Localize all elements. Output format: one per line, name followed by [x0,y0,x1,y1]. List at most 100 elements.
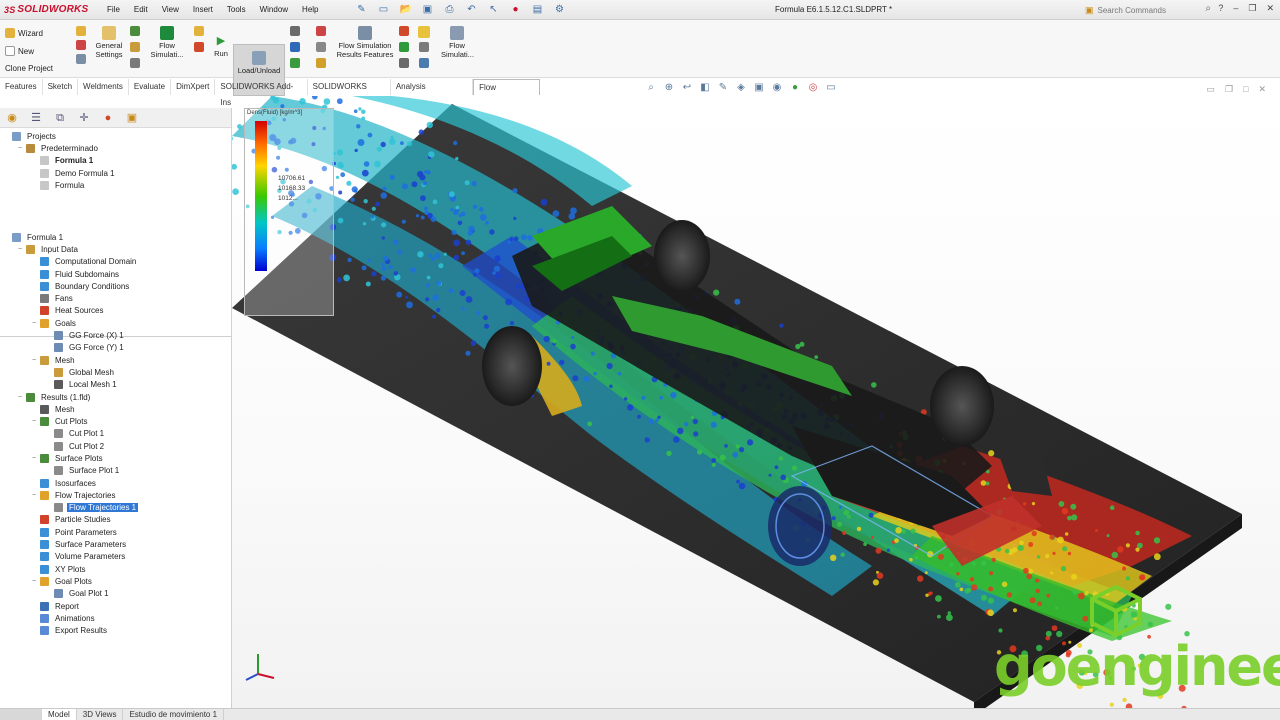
project-grid-icon[interactable] [76,40,86,50]
probe-icon[interactable] [290,26,300,36]
tab-features[interactable]: Features [0,79,43,95]
configuration-manager-tab-icon[interactable]: ⧉ [51,110,69,126]
expand-toggle-icon[interactable]: − [30,418,38,425]
project-folder-icon[interactable] [76,26,86,36]
tree-item-projects[interactable]: Projects [0,130,232,142]
iso-icon[interactable] [316,58,326,68]
zoom-area-icon[interactable]: ⊕ [663,82,675,94]
tree-item-animations[interactable]: Animations [0,612,232,624]
tab-dimxpert[interactable]: DimXpert [171,79,216,95]
tree-item-formula-1[interactable]: Formula 1 [0,155,232,167]
tree-item-global-mesh[interactable]: Global Mesh [0,366,232,378]
expand-toggle-icon[interactable]: − [30,357,38,364]
results-features-button[interactable]: Flow Simulation Results Features [334,26,396,59]
new-project-button[interactable]: New [5,46,34,56]
cut-plot-icon[interactable] [316,26,326,36]
display-style-icon[interactable]: ▣ [753,82,765,94]
tree-item-heat-sources[interactable]: Heat Sources [0,305,232,317]
dynamic-annotation-icon[interactable]: ✎ [717,82,729,94]
tree-item-report[interactable]: Report [0,600,232,612]
flow-simulation-tree-button[interactable]: Flow Simulati... [150,26,184,59]
display-icon-3[interactable] [399,58,409,68]
restore-icon[interactable]: ❐ [1248,3,1256,14]
display-manager-tab-icon[interactable]: ● [99,110,117,126]
tree-item-mesh[interactable]: − Mesh [0,354,232,366]
tree-item-formula[interactable]: Formula [0,179,232,191]
tree-item-surface-parameters[interactable]: Surface Parameters [0,538,232,550]
search-commands-input[interactable]: Search Commands [1098,6,1166,15]
wizard-button[interactable]: Wizard [5,28,43,38]
goals-icon[interactable] [130,42,140,52]
undo-icon[interactable]: ↶ [466,4,478,16]
tree-item-formula-1[interactable]: Formula 1 [0,231,232,243]
bottom-tab-model[interactable]: Model [42,709,77,720]
solver-icon[interactable] [194,42,204,52]
display-icon-2[interactable] [399,42,409,52]
tree-item-local-mesh-1[interactable]: Local Mesh 1 [0,379,232,391]
options-gear-icon[interactable]: ⚙ [554,4,566,16]
dimxpert-manager-tab-icon[interactable]: ✛ [75,110,93,126]
open-icon[interactable]: 📂 [400,4,412,16]
tab-solidworks-mbd[interactable]: SOLIDWORKS MBD [308,79,391,107]
tree-item-goal-plot-1[interactable]: Goal Plot 1 [0,588,232,600]
tree-item-gg-force-x-1[interactable]: GG Force (X) 1 [0,329,232,341]
solidworks-logo[interactable]: 3S SOLIDWORKS [0,4,100,15]
zoom-to-fit-icon[interactable]: ⌕ [645,82,657,94]
lightbulb-icon[interactable] [418,26,430,38]
run-button[interactable]: ▶ Run [212,34,230,58]
tree-item-cut-plot-2[interactable]: Cut Plot 2 [0,440,232,452]
tree-item-boundary-conditions[interactable]: Boundary Conditions [0,280,232,292]
tree-item-results-1-fld[interactable]: − Results (1.fld) [0,391,232,403]
tree-item-flow-trajectories[interactable]: − Flow Trajectories [0,489,232,501]
expand-toggle-icon[interactable]: − [16,394,24,401]
search-commands[interactable]: ▣ Search Commands ⌕ [1085,3,1213,17]
minimize-icon[interactable]: – [1233,3,1238,14]
menu-tools[interactable]: Tools [220,5,253,14]
view-settings-icon[interactable]: ▭ [825,82,837,94]
search-icon[interactable]: ⌕ [1205,3,1211,14]
tab-flow-simulation[interactable]: Flow Simulation [473,79,541,108]
view-orientation-icon[interactable]: ◈ [735,82,747,94]
expand-toggle-icon[interactable]: − [30,578,38,585]
general-settings-button[interactable]: General Settings [94,26,124,59]
expand-toggle-icon[interactable]: − [30,492,38,499]
surface-plot-icon[interactable] [316,42,326,52]
tree-item-demo-formula-1[interactable]: Demo Formula 1 [0,167,232,179]
tree-item-point-parameters[interactable]: Point Parameters [0,526,232,538]
menu-edit[interactable]: Edit [127,5,155,14]
bottom-tab-estudio-de-movimiento-1[interactable]: Estudio de movimiento 1 [123,709,225,720]
bottom-tab-3d-views[interactable]: 3D Views [77,709,124,720]
expand-toggle-icon[interactable]: − [30,320,38,327]
results-summary-icon[interactable] [290,42,300,52]
expand-toggle-icon[interactable]: − [16,246,24,253]
rebuild-icon[interactable]: ● [510,4,522,16]
viewport-maximize-icon[interactable]: □ [1243,84,1248,95]
display-icon-1[interactable] [399,26,409,36]
tree-item-flow-trajectories-1[interactable]: Flow Trajectories 1 [0,502,232,514]
clone-project-button[interactable]: Clone Project [5,64,53,73]
tab-evaluate[interactable]: Evaluate [129,79,172,95]
menu-help[interactable]: Help [295,5,325,14]
tree-item-goals[interactable]: − Goals [0,317,232,329]
viewport-restore-icon[interactable]: ❐ [1225,84,1233,95]
property-manager-tab-icon[interactable]: ☰ [27,110,45,126]
pin-icon[interactable]: ✎ [356,4,368,16]
tab-solidworks-add-ins[interactable]: SOLIDWORKS Add-Ins [215,79,308,107]
scene-icon[interactable]: ◎ [807,82,819,94]
tab-sketch[interactable]: Sketch [43,79,79,95]
flow-simulation-help-button[interactable]: Flow Simulati... [441,26,474,59]
menu-file[interactable]: File [100,5,127,14]
tree-item-particle-studies[interactable]: Particle Studies [0,514,232,526]
flow-analysis-icon[interactable] [130,26,140,36]
tree-item-isosurfaces[interactable]: Isosurfaces [0,477,232,489]
project-settings-icon[interactable] [76,54,86,64]
mesh-icon[interactable] [130,58,140,68]
menu-window[interactable]: Window [253,5,295,14]
legend-icon[interactable] [290,58,300,68]
print-icon[interactable]: ⎙ [444,4,456,16]
tree-item-cut-plot-1[interactable]: Cut Plot 1 [0,428,232,440]
tree-item-fans[interactable]: Fans [0,292,232,304]
tree-item-cut-plots[interactable]: − Cut Plots [0,415,232,427]
settings-icon[interactable] [419,58,429,68]
hide-show-icon[interactable]: ◉ [771,82,783,94]
